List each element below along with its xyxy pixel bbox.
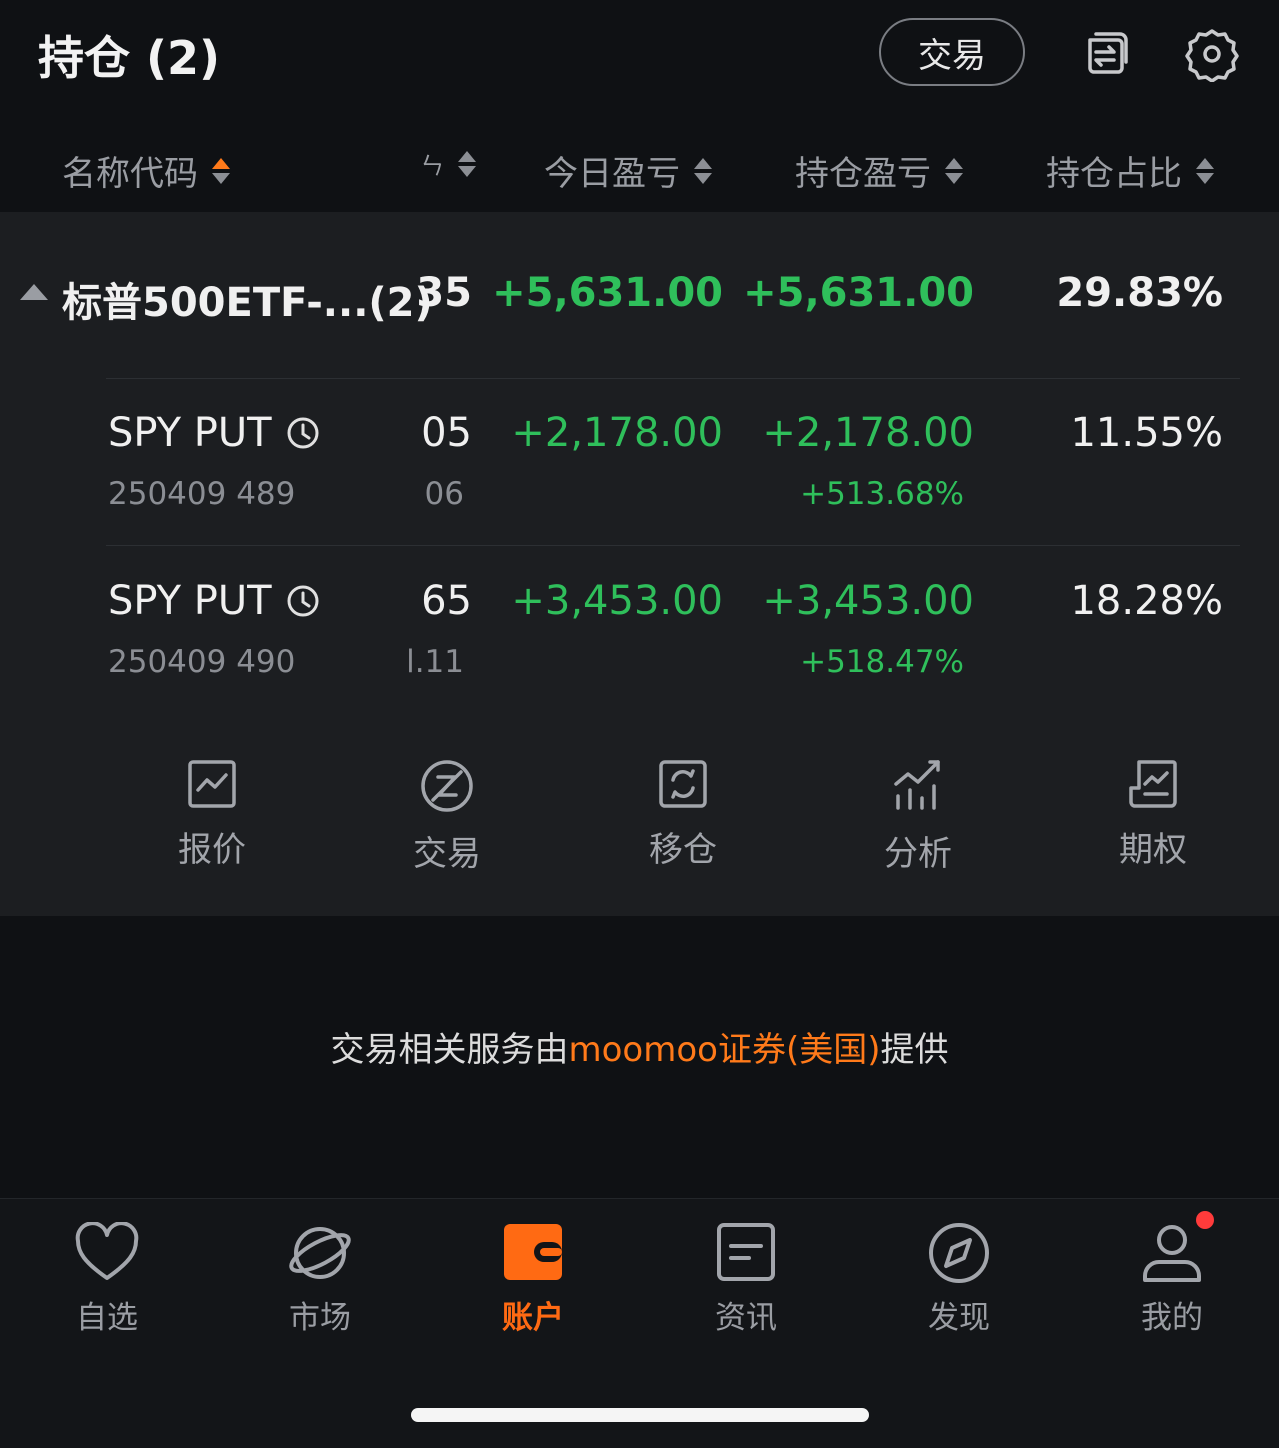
row-symbol: SPY PUT <box>108 410 320 456</box>
trade-icon <box>421 760 473 812</box>
clock-icon <box>287 417 319 449</box>
gear-icon[interactable] <box>1184 26 1240 83</box>
divider <box>106 545 1240 546</box>
row-position-pl: +3,453.00 <box>762 578 974 624</box>
row-position-pl: +2,178.00 <box>762 410 974 456</box>
notification-dot <box>1196 1211 1214 1229</box>
sort-icon <box>694 157 712 184</box>
nav-item-account[interactable]: 账户 <box>463 1222 603 1337</box>
news-icon <box>717 1223 775 1281</box>
sort-icon <box>458 150 476 177</box>
collapse-icon[interactable] <box>20 284 48 300</box>
group-qty: 35 <box>416 270 472 316</box>
planet-icon <box>289 1227 351 1279</box>
divider <box>106 378 1240 379</box>
user-icon <box>1143 1225 1201 1282</box>
sort-icon <box>212 157 230 184</box>
nav-item-me[interactable]: 我的 <box>1102 1222 1242 1337</box>
row-qty: 05 <box>421 410 472 456</box>
wallet-icon <box>504 1224 562 1280</box>
row-qty: 65 <box>421 578 472 624</box>
nav-item-news[interactable]: 资讯 <box>676 1222 816 1337</box>
row-qty-sub: 06 <box>424 476 464 512</box>
sort-icon <box>945 157 963 184</box>
clock-icon <box>287 585 319 617</box>
roll-button[interactable]: 移仓 <box>603 758 763 871</box>
group-name[interactable]: 标普500ETF-...(2) <box>62 270 433 328</box>
row-qty-sub: l.11 <box>406 644 464 680</box>
row-weight: 18.28% <box>1070 578 1223 624</box>
transfer-icon[interactable] <box>1078 26 1134 82</box>
column-name[interactable]: 名称代码 <box>62 146 230 195</box>
provider-brand-link[interactable]: moomoo证券(美国) <box>569 1030 881 1070</box>
column-qty[interactable]: ㄣ <box>420 146 476 181</box>
quote-button[interactable]: 报价 <box>132 758 292 871</box>
nav-item-watchlist[interactable]: 自选 <box>37 1222 177 1337</box>
column-today-pl[interactable]: 今日盈亏 <box>544 146 712 195</box>
heart-icon <box>75 1222 139 1280</box>
analysis-icon <box>894 760 940 810</box>
row-position-pl-pct: +518.47% <box>800 644 964 680</box>
trade-button[interactable]: 交易 <box>879 18 1025 86</box>
provider-notice: 交易相关服务由moomoo证券(美国)提供 <box>330 1030 949 1070</box>
nav-item-market[interactable]: 市场 <box>250 1222 390 1337</box>
options-button[interactable]: 期权 <box>1073 758 1233 871</box>
row-code: 250409 490 <box>108 644 296 680</box>
home-indicator[interactable] <box>411 1408 869 1422</box>
column-weight[interactable]: 持仓占比 <box>1046 146 1214 195</box>
analysis-button[interactable]: 分析 <box>838 758 998 875</box>
nav-item-discover[interactable]: 发现 <box>889 1222 1029 1337</box>
compass-icon <box>929 1223 989 1283</box>
row-position-pl-pct: +513.68% <box>800 476 964 512</box>
trade-action-button[interactable]: 交易 <box>367 758 527 875</box>
column-position-pl[interactable]: 持仓盈亏 <box>795 146 963 195</box>
sort-icon <box>1196 157 1214 184</box>
roll-icon <box>659 760 707 808</box>
group-today-pl: +5,631.00 <box>492 270 723 316</box>
row-today-pl: +2,178.00 <box>511 410 723 456</box>
page-title: 持仓 (2) <box>38 31 221 85</box>
row-symbol: SPY PUT <box>108 578 320 624</box>
group-position-pl: +5,631.00 <box>743 270 974 316</box>
chart-icon <box>188 760 236 808</box>
row-today-pl: +3,453.00 <box>511 578 723 624</box>
row-weight: 11.55% <box>1070 410 1223 456</box>
options-icon <box>1129 760 1177 808</box>
group-weight: 29.83% <box>1056 270 1223 316</box>
row-code: 250409 489 <box>108 476 296 512</box>
